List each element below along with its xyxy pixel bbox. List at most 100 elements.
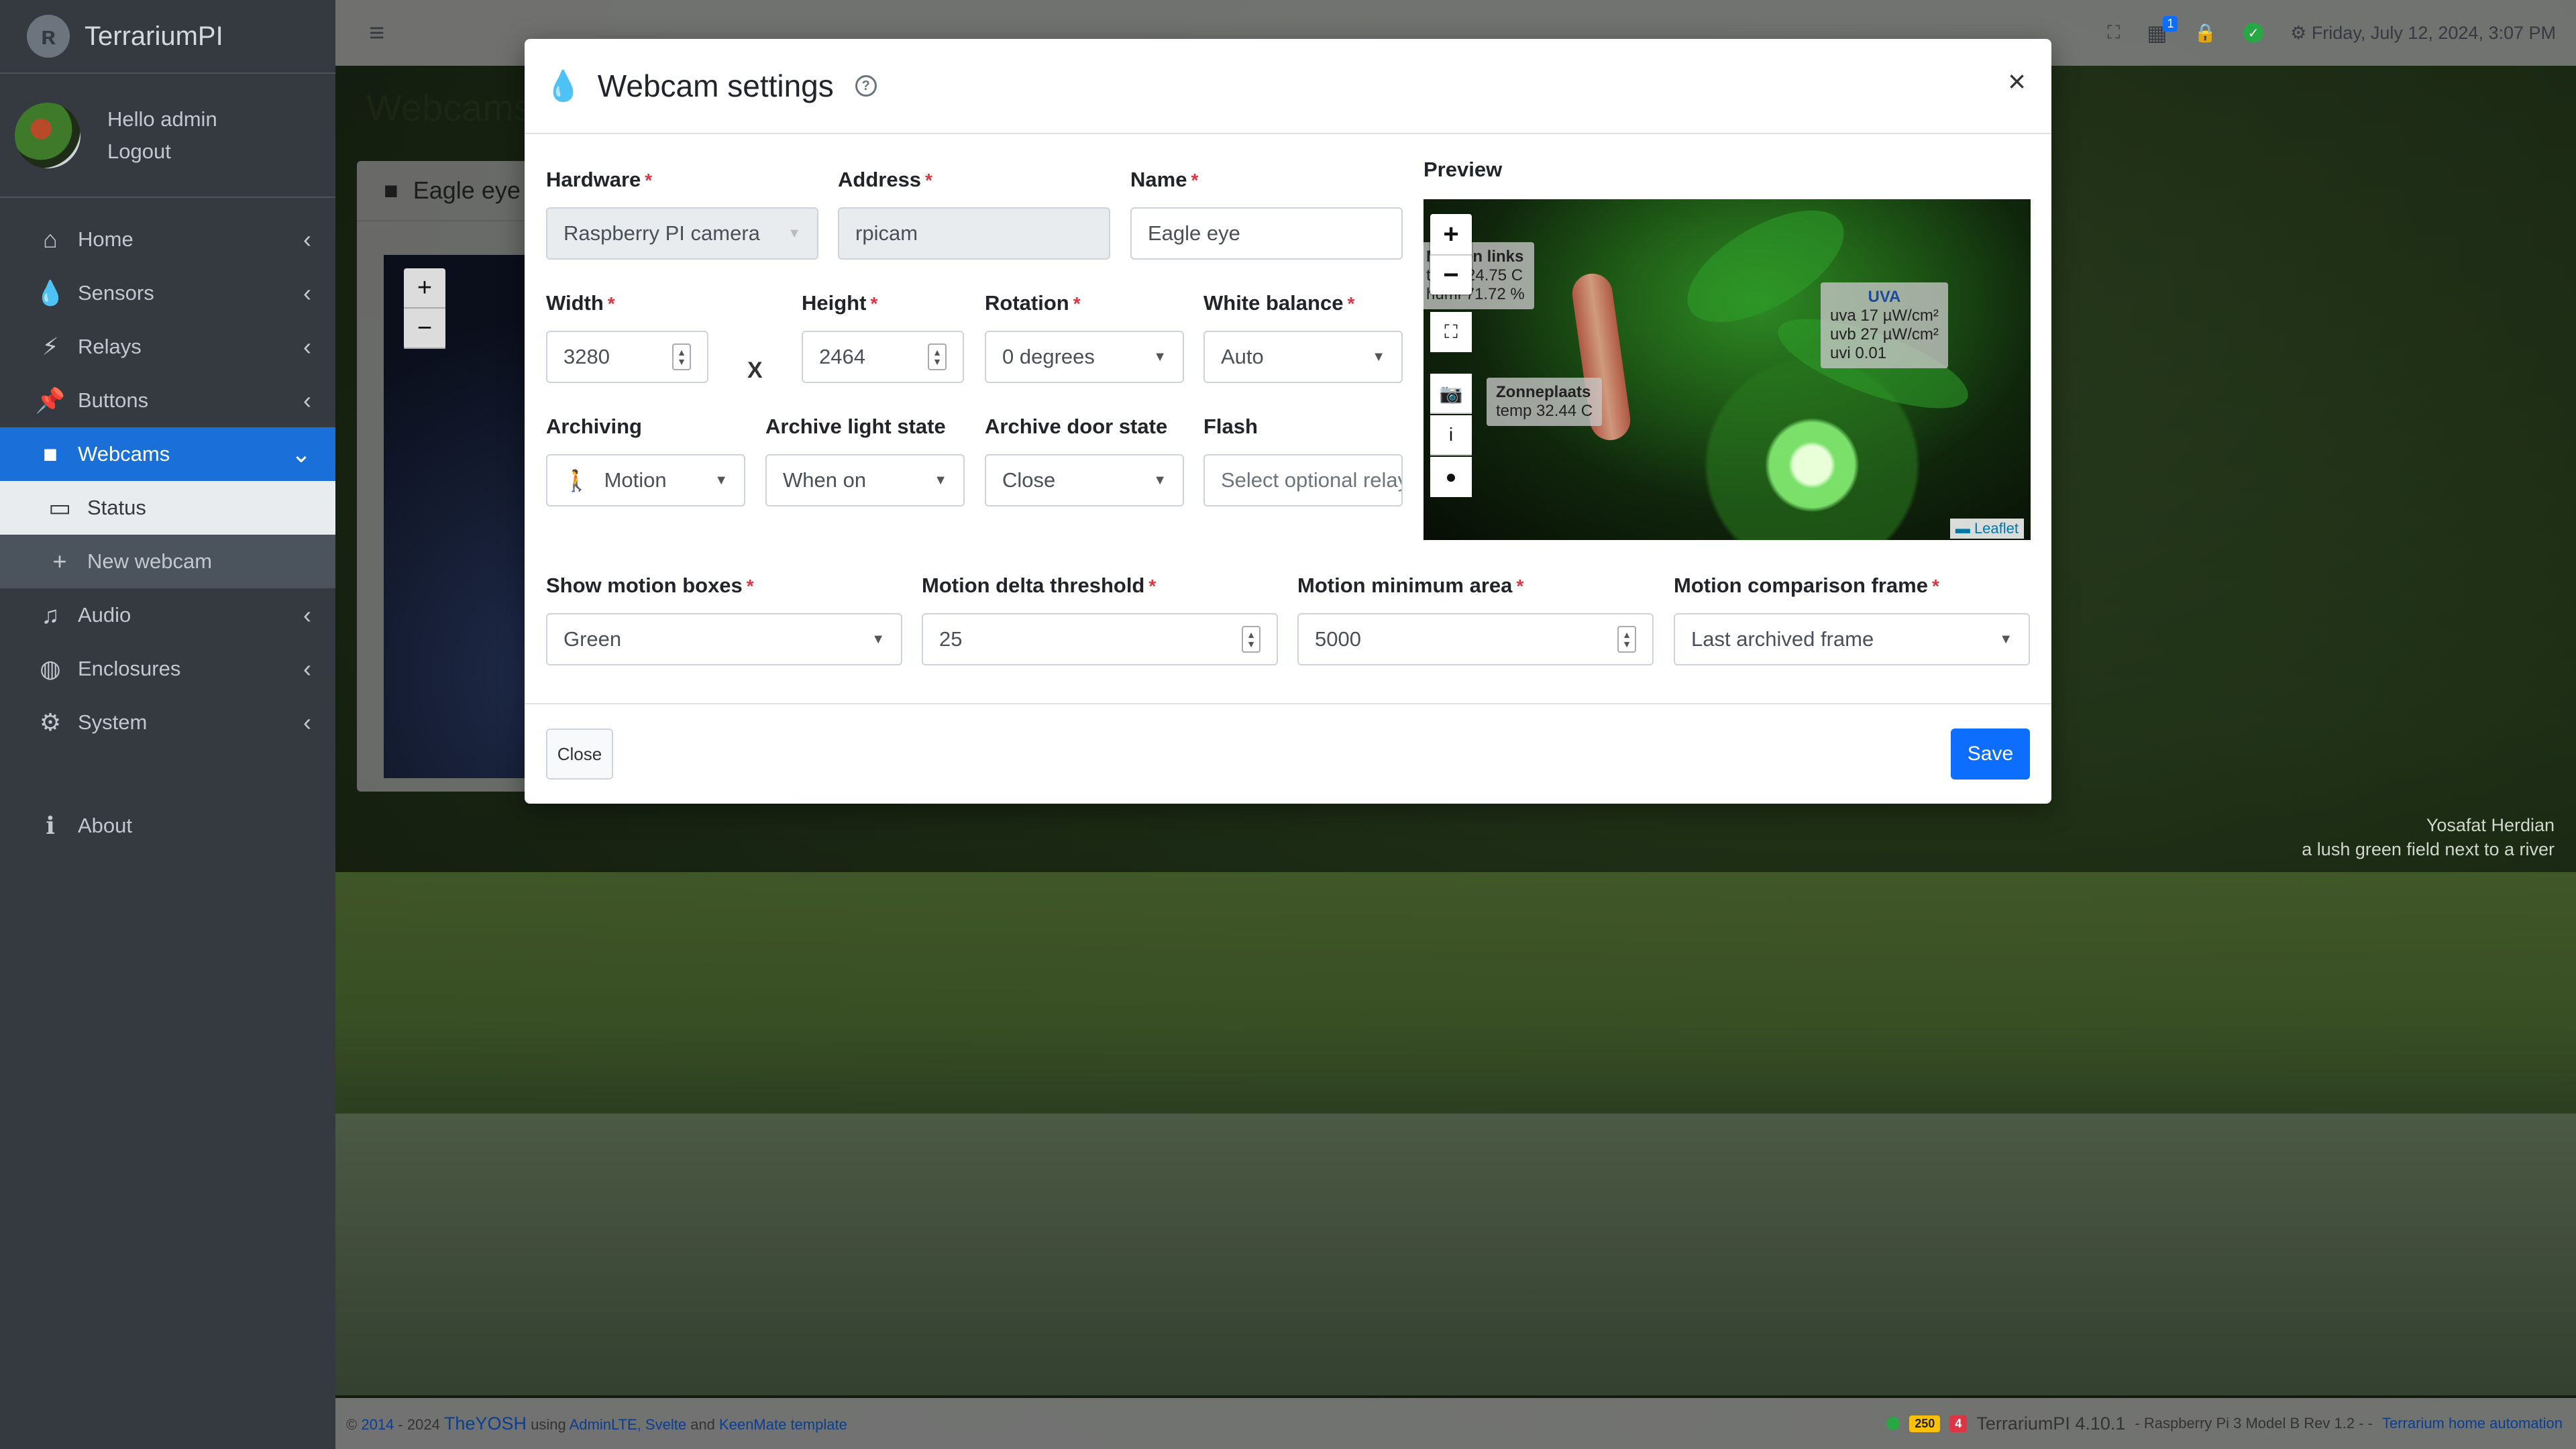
show-motion-boxes-select[interactable]: Green ▼ bbox=[546, 613, 902, 665]
brand[interactable]: ʀ TerrariumPI bbox=[0, 0, 335, 74]
flag-icon: ▬ bbox=[1955, 520, 1970, 537]
number-spinner-icon[interactable]: ▲ ▼ bbox=[928, 343, 947, 370]
show-motion-boxes-field: Show motion boxes * Green ▼ bbox=[546, 574, 902, 665]
fullscreen-icon[interactable]: ⛶ bbox=[2107, 22, 2120, 44]
number-spinner-icon[interactable]: ▲ ▼ bbox=[1617, 626, 1636, 653]
footer-author-link[interactable]: TheYOSH bbox=[444, 1413, 527, 1434]
caret-down-icon: ▼ bbox=[1153, 472, 1167, 488]
white-balance-select[interactable]: Auto ▼ bbox=[1203, 331, 1403, 383]
lock-icon[interactable]: 🔒 bbox=[2194, 22, 2216, 44]
flash-field: Flash Select optional relay bbox=[1203, 415, 1403, 506]
footer-badge-error[interactable]: 4 bbox=[1949, 1415, 1968, 1432]
save-button[interactable]: Save bbox=[1951, 729, 2030, 780]
footer-badge-warning[interactable]: 250 bbox=[1909, 1415, 1941, 1432]
sensor-tooltip-zonneplaats[interactable]: Zonneplaats temp 32.44 C bbox=[1487, 378, 1603, 426]
walking-person-icon: 🚶 bbox=[564, 468, 590, 492]
attribution-text: Leaflet bbox=[1974, 520, 2019, 537]
caret-down-icon: ▼ bbox=[1999, 631, 2012, 647]
footer-using: using bbox=[531, 1415, 566, 1433]
tooltip-line: uvb 27 µW/cm² bbox=[1830, 325, 1939, 343]
address-input[interactable]: rpicam bbox=[838, 207, 1110, 260]
background-zoom-control[interactable]: + − bbox=[404, 268, 445, 349]
motion-compare-value: Last archived frame bbox=[1691, 627, 1874, 651]
webcam-settings-modal: 💧 Webcam settings ? × Hardware * Raspberr… bbox=[525, 39, 2051, 804]
modal-footer: Close Save bbox=[525, 703, 2051, 804]
brand-logo-icon: ʀ bbox=[27, 15, 70, 58]
zoom-in-icon[interactable]: + bbox=[1430, 214, 1472, 254]
zoom-out-icon[interactable]: − bbox=[404, 309, 445, 349]
close-icon[interactable]: × bbox=[2008, 63, 2026, 99]
white-balance-label: White balance * bbox=[1203, 291, 1355, 315]
footer-tagline-link[interactable]: Terrarium home automation bbox=[2382, 1415, 2563, 1432]
sidebar-item-relays[interactable]: ⚡ Relays ‹ bbox=[0, 320, 335, 374]
hamburger-menu-icon[interactable]: ≡ bbox=[369, 18, 384, 48]
camera-icon[interactable]: 📷 bbox=[1430, 374, 1472, 414]
status-ok-icon: ✓ bbox=[2243, 23, 2264, 43]
logout-link[interactable]: Logout bbox=[107, 136, 217, 168]
sidebar-item-enclosures[interactable]: ◍ Enclosures ‹ bbox=[0, 642, 335, 696]
height-value: 2464 bbox=[819, 345, 865, 368]
caret-down-icon: ▼ bbox=[934, 472, 947, 488]
rotation-select[interactable]: 0 degrees ▼ bbox=[985, 331, 1184, 383]
chevron-down-icon: ⌄ bbox=[290, 440, 311, 468]
help-icon[interactable]: ? bbox=[855, 75, 877, 97]
motion-compare-select[interactable]: Last archived frame ▼ bbox=[1674, 613, 2030, 665]
archive-light-field: Archive light state When on ▼ bbox=[765, 415, 965, 506]
photo-credit: Yosafat Herdian a lush green field next … bbox=[2302, 813, 2555, 861]
map-marker-icon[interactable]: ● bbox=[1430, 457, 1472, 497]
info-icon[interactable]: i bbox=[1430, 415, 1472, 455]
preview-map[interactable]: Midden links temp 24.75 C humi 71.72 % Z… bbox=[1424, 199, 2031, 540]
name-input[interactable]: Eagle eye bbox=[1130, 207, 1403, 260]
sidebar-item-about[interactable]: ℹ About bbox=[0, 799, 335, 853]
zoom-out-icon[interactable]: − bbox=[1430, 254, 1472, 294]
number-spinner-icon[interactable]: ▲ ▼ bbox=[672, 343, 691, 370]
caret-down-icon: ▼ bbox=[714, 472, 728, 488]
caret-down-icon: ▼ bbox=[788, 225, 801, 241]
footer-adminlte-link[interactable]: AdminLTE, bbox=[570, 1416, 641, 1433]
tooltip-line: uva 17 µW/cm² bbox=[1830, 307, 1939, 325]
motion-min-area-input[interactable]: 5000 ▲ ▼ bbox=[1297, 613, 1654, 665]
sidebar: ʀ TerrariumPI Hello admin Logout ⌂ Home … bbox=[0, 0, 335, 1449]
sidebar-item-webcams[interactable]: ■ Webcams ⌄ bbox=[0, 427, 335, 481]
pushpin-icon: 📌 bbox=[35, 386, 66, 414]
height-input[interactable]: 2464 ▲ ▼ bbox=[802, 331, 964, 383]
sidebar-item-audio[interactable]: ♫ Audio ‹ bbox=[0, 588, 335, 642]
footer-year-link[interactable]: 2014 bbox=[361, 1416, 394, 1433]
modal-body: Hardware * Raspberry PI camera ▼ Address *… bbox=[525, 134, 2051, 704]
archiving-label: Archiving bbox=[546, 415, 642, 438]
fullscreen-icon[interactable]: ⛶ bbox=[1430, 312, 1472, 352]
archive-light-select[interactable]: When on ▼ bbox=[765, 454, 965, 506]
number-spinner-icon[interactable]: ▲ ▼ bbox=[1242, 626, 1260, 653]
monitor-icon: ▭ bbox=[48, 494, 71, 521]
motion-delta-input[interactable]: 25 ▲ ▼ bbox=[922, 613, 1278, 665]
hardware-select[interactable]: Raspberry PI camera ▼ bbox=[546, 207, 818, 260]
leaflet-attribution-link[interactable]: ▬ Leaflet bbox=[1949, 519, 2024, 539]
sidebar-item-new-webcam[interactable]: + New webcam bbox=[0, 535, 335, 588]
chevron-left-icon: ‹ bbox=[303, 333, 311, 360]
photo-credit-author: Yosafat Herdian bbox=[2426, 815, 2555, 835]
sidebar-item-home[interactable]: ⌂ Home ‹ bbox=[0, 213, 335, 266]
sidebar-item-system[interactable]: ⚙ System ‹ bbox=[0, 696, 335, 749]
footer-svelte-link[interactable]: Svelte bbox=[645, 1416, 686, 1433]
rotation-field: Rotation * 0 degrees ▼ bbox=[985, 291, 1184, 383]
sidebar-item-sensors[interactable]: 💧 Sensors ‹ bbox=[0, 266, 335, 320]
archiving-select[interactable]: 🚶 Motion ▼ bbox=[546, 454, 745, 506]
flash-select[interactable]: Select optional relay bbox=[1203, 454, 1403, 506]
sidebar-nav: ⌂ Home ‹ 💧 Sensors ‹ ⚡ Relays ‹ 📌 Button… bbox=[0, 198, 335, 853]
datetime[interactable]: ⚙ Friday, July 12, 2024, 3:07 PM bbox=[2290, 23, 2556, 44]
sidebar-item-label: Sensors bbox=[78, 281, 154, 305]
sidebar-item-buttons[interactable]: 📌 Buttons ‹ bbox=[0, 374, 335, 427]
height-field: Height * 2464 ▲ ▼ bbox=[802, 291, 964, 383]
motion-min-area-value: 5000 bbox=[1315, 627, 1361, 651]
sensor-tooltip-uva[interactable]: UVA uva 17 µW/cm² uvb 27 µW/cm² uvi 0.01 bbox=[1821, 282, 1948, 368]
close-button[interactable]: Close bbox=[546, 729, 613, 780]
width-input[interactable]: 3280 ▲ ▼ bbox=[546, 331, 708, 383]
zoom-in-icon[interactable]: + bbox=[404, 268, 445, 309]
footer-keenmate-link[interactable]: KeenMate template bbox=[719, 1416, 847, 1433]
archive-door-select[interactable]: Close ▼ bbox=[985, 454, 1184, 506]
caret-down-icon: ▼ bbox=[871, 631, 885, 647]
sidebar-item-status[interactable]: ▭ Status bbox=[0, 481, 335, 535]
show-motion-boxes-value: Green bbox=[564, 627, 622, 651]
calendar-icon[interactable]: ▦ 1 bbox=[2147, 16, 2178, 46]
preview-zoom-control[interactable]: + − bbox=[1430, 214, 1472, 294]
